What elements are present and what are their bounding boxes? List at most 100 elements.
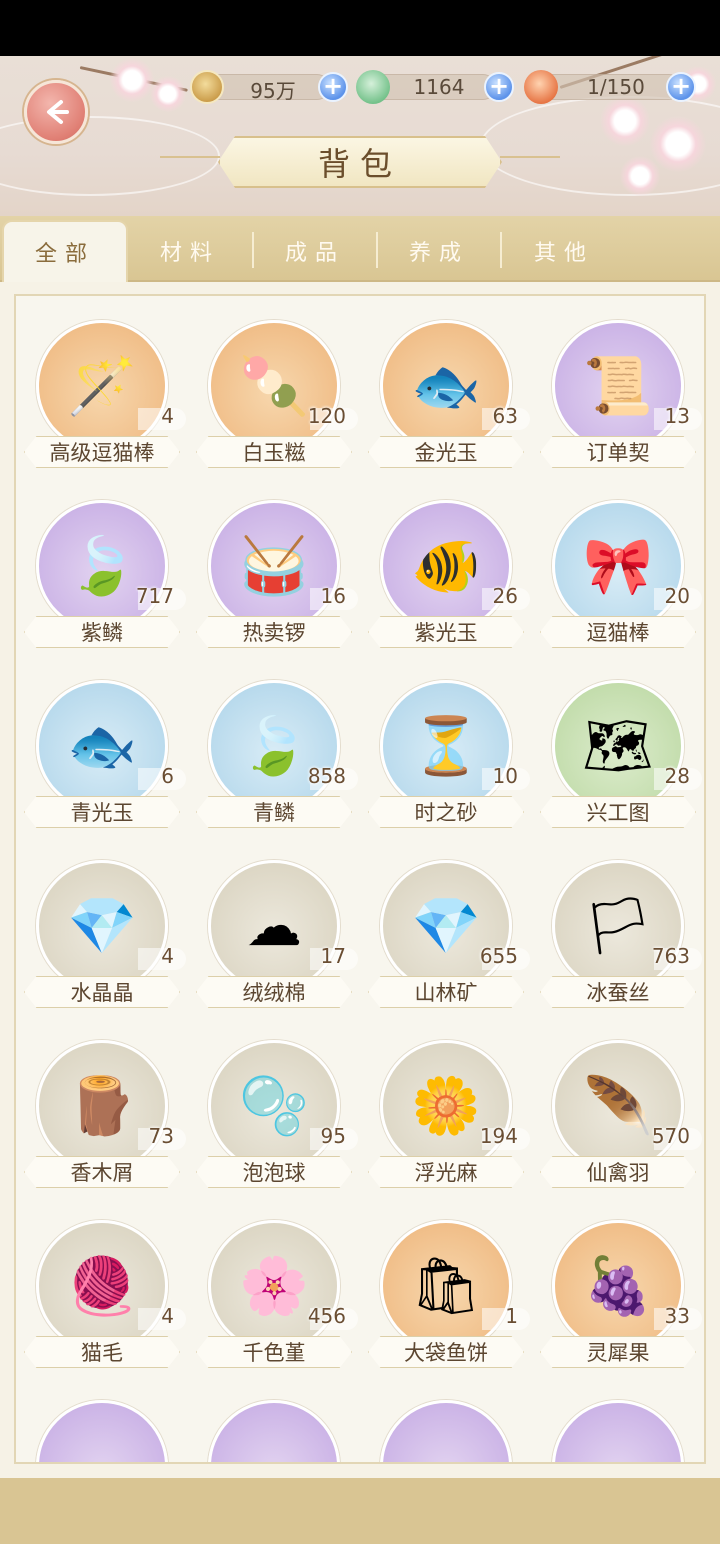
fish-cracker-bag-icon: 🛍 xyxy=(410,1254,482,1319)
item-count: 33 xyxy=(664,1304,690,1328)
inventory-item[interactable]: 💎 655 山林矿 xyxy=(368,856,536,1032)
item-count: 28 xyxy=(664,764,690,788)
item-count: 20 xyxy=(664,584,690,608)
inventory-grid[interactable]: 🪄 4 高级逗猫棒 🍡 120 白玉糍 🐟 63 金光玉 📜 13 订单契 🍃 717 紫鳞 🥁 16 热卖锣 🐠 2… xyxy=(14,294,706,1464)
item-name: 逗猫棒 xyxy=(540,616,696,648)
item-count: 4 xyxy=(161,944,174,968)
inventory-item[interactable]: 🌸 456 千色堇 xyxy=(196,1216,364,1392)
add-paw-coin-button[interactable]: + xyxy=(318,72,348,102)
partial-item-icon xyxy=(208,1400,340,1462)
item-name: 热卖锣 xyxy=(196,616,352,648)
item-name: 山林矿 xyxy=(368,976,524,1008)
golden-flower-icon: 🌼 xyxy=(411,1074,481,1139)
item-name: 猫毛 xyxy=(24,1336,180,1368)
blossom xyxy=(620,156,660,196)
inventory-item[interactable]: 🍃 717 紫鳞 xyxy=(24,496,192,672)
item-name: 浮光麻 xyxy=(368,1156,524,1188)
crystal-icon: 💎 xyxy=(67,894,137,959)
inventory-item[interactable]: 🐠 26 紫光玉 xyxy=(368,496,536,672)
item-count: 655 xyxy=(479,944,518,968)
inventory-item[interactable]: 🎀 20 逗猫棒 xyxy=(540,496,704,672)
item-count: 120 xyxy=(307,404,346,428)
inventory-area: 🪄 4 高级逗猫棒 🍡 120 白玉糍 🐟 63 金光玉 📜 13 订单契 🍃 717 紫鳞 🥁 16 热卖锣 🐠 2… xyxy=(0,282,720,1478)
inventory-item[interactable]: 🐟 6 青光玉 xyxy=(24,676,192,852)
inventory-item[interactable]: 🪄 4 高级逗猫棒 xyxy=(24,316,192,492)
tab-cultivate[interactable]: 养成 xyxy=(378,220,500,282)
inventory-item[interactable]: 📜 13 订单契 xyxy=(540,316,704,492)
feather-wand-icon: 🎀 xyxy=(583,534,653,599)
item-name: 青鳞 xyxy=(196,796,352,828)
inventory-item[interactable]: 🗺 28 兴工图 xyxy=(540,676,704,852)
inventory-item[interactable]: 🐟 63 金光玉 xyxy=(368,316,536,492)
bag-icon xyxy=(524,70,558,104)
category-tabs: 全部 材料 成品 养成 其他 xyxy=(0,216,720,282)
inventory-item[interactable]: 🛍 1 大袋鱼饼 xyxy=(368,1216,536,1392)
blossom xyxy=(150,76,186,112)
rice-cake-icon: 🍡 xyxy=(239,354,309,419)
add-jade-button[interactable]: + xyxy=(484,72,514,102)
golden-fruit-icon: 🍇 xyxy=(583,1254,653,1319)
item-name: 时之砂 xyxy=(368,796,524,828)
item-name: 冰蚕丝 xyxy=(540,976,696,1008)
inventory-item[interactable]: 🥁 16 热卖锣 xyxy=(196,496,364,672)
cotton-icon: ☁ xyxy=(246,893,302,959)
item-count: 10 xyxy=(492,764,518,788)
bubble-icon: 🫧 xyxy=(239,1074,309,1139)
silk-icon: 🏳 xyxy=(582,894,654,959)
item-name: 大袋鱼饼 xyxy=(368,1336,524,1368)
item-name: 仙禽羽 xyxy=(540,1156,696,1188)
back-button[interactable] xyxy=(24,80,88,144)
inventory-item[interactable] xyxy=(540,1396,704,1462)
partial-item-icon xyxy=(36,1400,168,1462)
inventory-item[interactable]: 💎 4 水晶晶 xyxy=(24,856,192,1032)
page-title-plate: 背包 xyxy=(218,136,502,188)
cat-teaser-icon: 🪄 xyxy=(67,354,137,419)
tab-all[interactable]: 全部 xyxy=(2,220,128,282)
inventory-item[interactable]: 🫧 95 泡泡球 xyxy=(196,1036,364,1212)
item-count: 4 xyxy=(161,404,174,428)
item-count: 858 xyxy=(307,764,346,788)
inventory-item[interactable]: 🪶 570 仙禽羽 xyxy=(540,1036,704,1212)
bottom-bar xyxy=(0,1478,720,1544)
cat-fur-icon: 🧶 xyxy=(67,1254,137,1319)
inventory-item[interactable]: 🪵 73 香木屑 xyxy=(24,1036,192,1212)
status-bar xyxy=(0,0,720,56)
inventory-item[interactable] xyxy=(24,1396,192,1462)
item-name: 千色堇 xyxy=(196,1336,352,1368)
item-count: 16 xyxy=(320,584,346,608)
feather-icon: 🪶 xyxy=(583,1074,653,1139)
tab-products[interactable]: 成品 xyxy=(254,220,376,282)
inventory-item[interactable]: 🌼 194 浮光麻 xyxy=(368,1036,536,1212)
inventory-item[interactable]: 🏳 763 冰蚕丝 xyxy=(540,856,704,1032)
title-ornament xyxy=(160,156,220,158)
inventory-item[interactable]: ⏳ 10 时之砂 xyxy=(368,676,536,852)
inventory-item[interactable] xyxy=(368,1396,536,1462)
partial-item-icon xyxy=(552,1400,684,1462)
tab-materials[interactable]: 材料 xyxy=(128,220,252,282)
item-count: 73 xyxy=(148,1124,174,1148)
item-name: 兴工图 xyxy=(540,796,696,828)
hourglass-icon: ⏳ xyxy=(411,714,481,779)
capacity-value: 1/150 xyxy=(587,75,645,99)
contract-scroll-icon: 📜 xyxy=(583,354,653,419)
inventory-item[interactable]: 🍡 120 白玉糍 xyxy=(196,316,364,492)
inventory-item[interactable]: 🍃 858 青鳞 xyxy=(196,676,364,852)
inventory-item[interactable]: ☁ 17 绒绒棉 xyxy=(196,856,364,1032)
inventory-item[interactable]: 🍇 33 灵犀果 xyxy=(540,1216,704,1392)
item-name: 订单契 xyxy=(540,436,696,468)
item-count: 1 xyxy=(505,1304,518,1328)
paw-coin-value: 95万 xyxy=(250,79,296,103)
inventory-item[interactable] xyxy=(196,1396,364,1462)
wood-log-icon: 🪵 xyxy=(67,1074,137,1139)
tab-other[interactable]: 其他 xyxy=(502,220,626,282)
blossom xyxy=(650,116,706,172)
resource-jade: 1164 + xyxy=(356,70,514,104)
item-name: 灵犀果 xyxy=(540,1336,696,1368)
inventory-item[interactable]: 🧶 4 猫毛 xyxy=(24,1216,192,1392)
item-count: 17 xyxy=(320,944,346,968)
cyan-jade-fish-icon: 🐟 xyxy=(67,714,137,779)
add-capacity-button[interactable]: + xyxy=(666,72,696,102)
partial-item-icon xyxy=(380,1400,512,1462)
pansy-icon: 🌸 xyxy=(239,1254,309,1319)
item-name: 白玉糍 xyxy=(196,436,352,468)
